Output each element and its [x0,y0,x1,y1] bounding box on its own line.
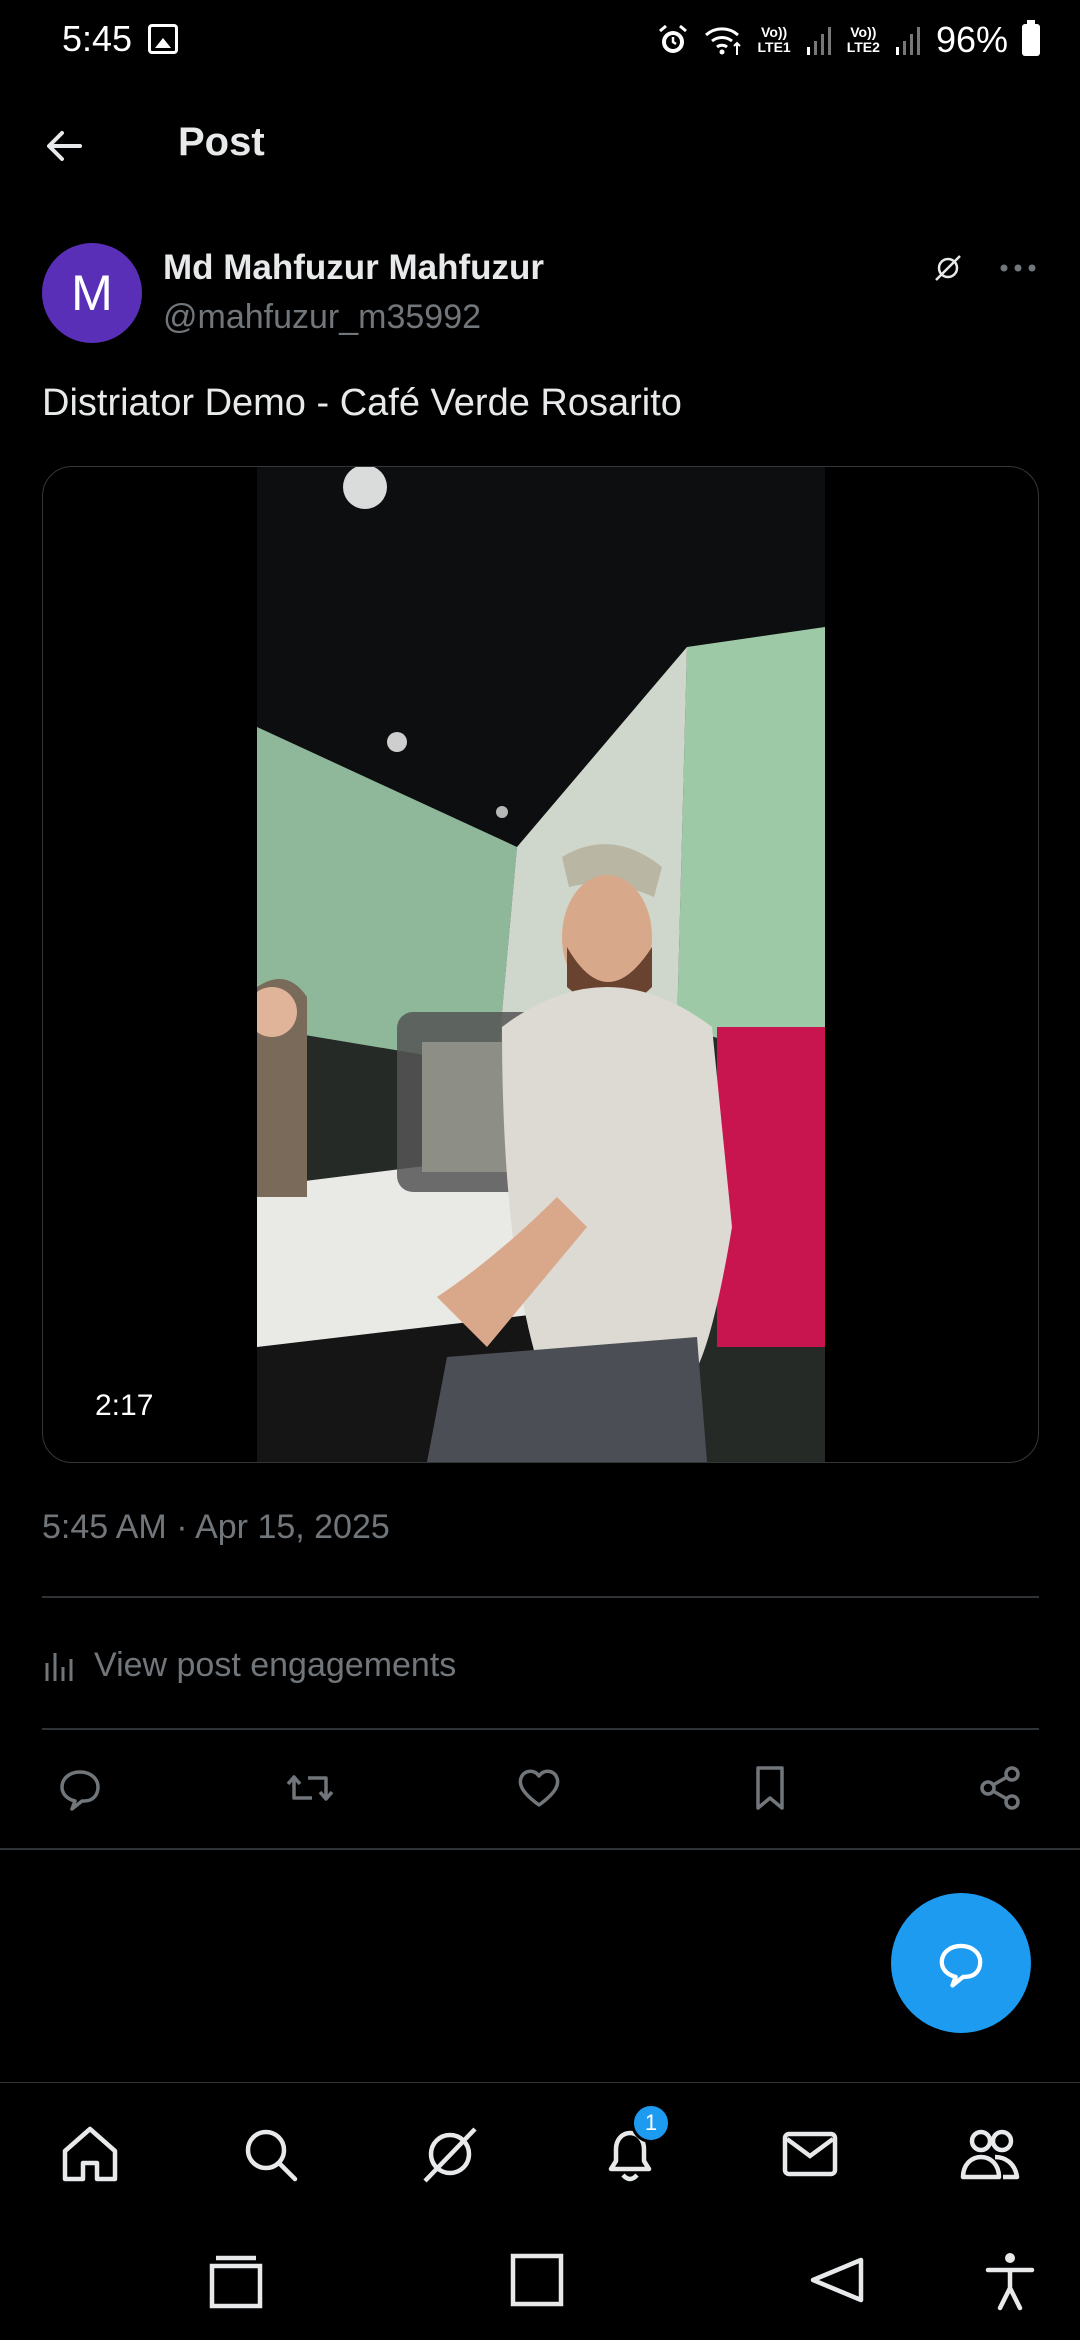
battery-icon [1022,20,1040,56]
status-bar: 5:45 Vo)) LTE1 Vo)) LTE2 96% [0,0,1080,84]
compose-reply-icon [939,1943,983,1988]
video-duration: 2:17 [95,1389,154,1422]
mail-icon[interactable] [775,2119,845,2189]
signal-1-icon [806,27,831,55]
grok-nav-icon[interactable] [415,2119,485,2189]
view-engagements-link[interactable]: View post engagements [42,1640,456,1690]
search-icon[interactable] [235,2119,305,2189]
divider [42,1596,1039,1598]
share-icon[interactable] [970,1758,1030,1818]
status-time: 5:45 [62,18,133,59]
accessibility-icon[interactable] [978,2248,1042,2312]
bookmark-icon[interactable] [740,1758,800,1818]
reply-fab-button[interactable] [891,1893,1031,2033]
divider [42,1728,1039,1730]
wifi-icon [704,27,741,55]
bottom-nav: 1 [0,2082,1080,2218]
divider [0,1848,1080,1850]
battery-percent: 96% [935,19,1008,60]
home-icon[interactable] [55,2119,125,2189]
video-thumbnail [257,467,825,1462]
engagements-label: View post engagements [94,1645,457,1684]
reply-icon[interactable] [50,1758,110,1818]
gallery-notification-icon [148,24,178,54]
like-icon[interactable] [509,1758,569,1818]
more-icon[interactable] [994,250,1042,286]
repost-icon[interactable] [280,1758,340,1818]
notifications-badge: 1 [631,2103,671,2143]
top-header: Post [0,100,1080,190]
author-name[interactable]: Md Mahfuzur Mahfuzur [163,248,544,288]
avatar[interactable]: M [42,243,142,343]
communities-icon[interactable] [955,2119,1025,2189]
signal-2-icon [895,27,920,55]
status-icons: Vo)) LTE1 Vo)) LTE2 96% [656,18,1040,62]
page-title: Post [178,120,265,164]
post-actions [0,1750,1080,1830]
lte2-indicator: Vo)) LTE2 [846,24,880,55]
bar-chart-icon [45,1653,73,1681]
lte1-indicator: Vo)) LTE1 [757,24,791,55]
video-player[interactable]: 2:17 [42,466,1039,1463]
system-nav [0,2218,1080,2340]
grok-icon[interactable] [930,250,966,286]
video-frame [257,467,825,1462]
author-handle[interactable]: @mahfuzur_m35992 [163,298,481,337]
post-text: Distriator Demo - Café Verde Rosarito [42,382,682,424]
home-button-icon[interactable] [505,2248,569,2312]
recent-apps-icon[interactable] [204,2248,268,2312]
post-timestamp: 5:45 AM · Apr 15, 2025 [42,1508,390,1546]
alarm-icon [658,24,687,53]
back-button-icon[interactable] [805,2248,869,2312]
back-arrow-icon[interactable] [36,118,92,174]
